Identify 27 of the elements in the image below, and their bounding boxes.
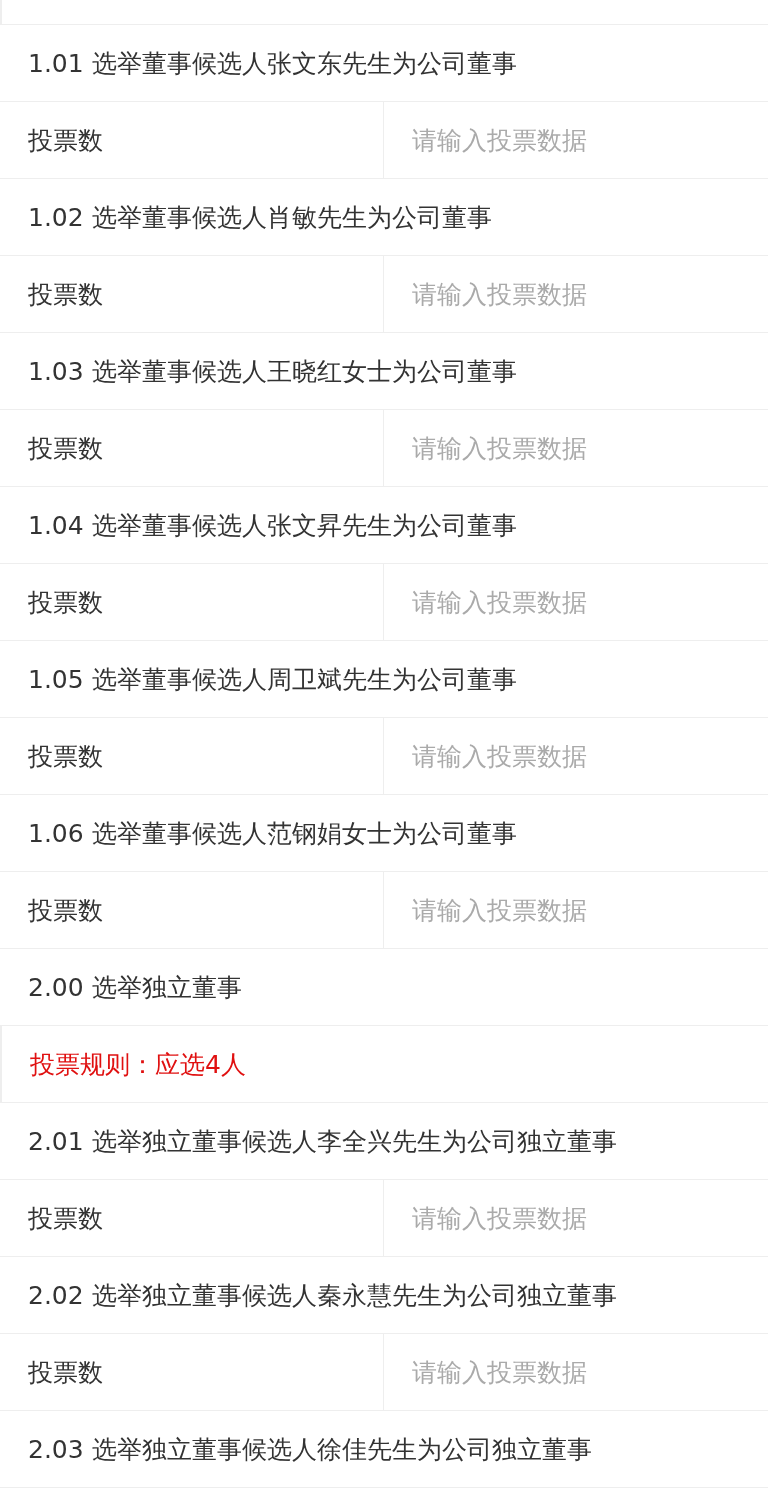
vote-count-input[interactable]: 请输入投票数据	[384, 872, 768, 948]
vote-count-label: 投票数	[28, 432, 103, 465]
vote-count-label: 投票数	[28, 586, 103, 619]
vote-count-label: 投票数	[28, 124, 103, 157]
vote-count-input[interactable]: 请输入投票数据	[384, 410, 768, 486]
proposal-title: 2.00 选举独立董事	[28, 971, 242, 1004]
proposal-title: 1.05 选举董事候选人周卫斌先生为公司董事	[28, 663, 517, 696]
vote-count-label: 投票数	[28, 894, 103, 927]
vote-count-label: 投票数	[28, 1202, 103, 1235]
vote-count-input[interactable]: 请输入投票数据	[384, 1180, 768, 1256]
vote-count-label: 投票数	[28, 278, 103, 311]
voting-rule-text: 投票规则：应选4人	[30, 1048, 246, 1081]
vote-count-input[interactable]: 请输入投票数据	[384, 256, 768, 332]
proposal-title: 1.06 选举董事候选人范钢娟女士为公司董事	[28, 817, 517, 850]
vote-count-input[interactable]: 请输入投票数据	[384, 102, 768, 178]
proposal-title: 2.01 选举独立董事候选人李全兴先生为公司独立董事	[28, 1125, 617, 1158]
vote-count-input[interactable]: 请输入投票数据	[384, 564, 768, 640]
proposal-title: 1.04 选举董事候选人张文昇先生为公司董事	[28, 509, 517, 542]
vote-count-input[interactable]: 请输入投票数据	[384, 718, 768, 794]
proposal-title: 1.03 选举董事候选人王晓红女士为公司董事	[28, 355, 517, 388]
vote-count-label: 投票数	[28, 740, 103, 773]
vote-count-input[interactable]: 请输入投票数据	[384, 1334, 768, 1410]
proposal-title: 1.02 选举董事候选人肖敏先生为公司董事	[28, 201, 492, 234]
proposal-title: 1.01 选举董事候选人张文东先生为公司董事	[28, 47, 517, 80]
vote-count-label: 投票数	[28, 1356, 103, 1389]
proposal-title: 2.02 选举独立董事候选人秦永慧先生为公司独立董事	[28, 1279, 617, 1312]
proposal-title: 2.03 选举独立董事候选人徐佳先生为公司独立董事	[28, 1433, 592, 1466]
